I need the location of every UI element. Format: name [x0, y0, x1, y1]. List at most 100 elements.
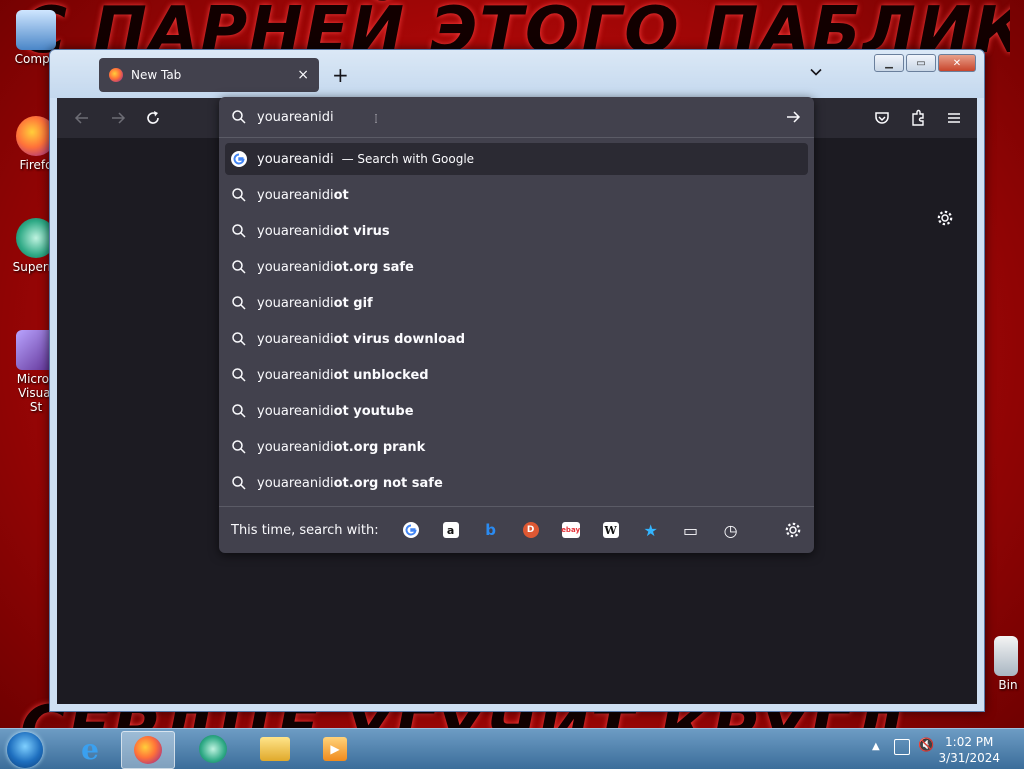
maximize-button[interactable]: ▭ [906, 54, 936, 72]
suggestion-text: youareanidiot youtube [257, 404, 414, 419]
go-arrow-icon[interactable] [784, 108, 802, 126]
suggestion-completion: ot gif [333, 295, 373, 311]
tabs-button[interactable]: ▭ [671, 514, 711, 546]
suggestion-text: youareanidiot.org not safe [257, 476, 443, 491]
suggestion-row[interactable]: youareanidiot virus [225, 213, 808, 249]
desktop-icon-label: Firefo [19, 158, 53, 172]
engine-wikipedia-button[interactable]: W [591, 514, 631, 546]
taskbar-media-player[interactable]: ▶ [309, 731, 361, 767]
search-icon [231, 439, 247, 455]
folder-icon [260, 737, 290, 761]
google-icon [231, 151, 247, 167]
suggestion-text: youareanidiot virus [257, 224, 390, 239]
engine-ebay-button[interactable]: ebay [551, 514, 591, 546]
taskbar-explorer[interactable] [249, 731, 301, 767]
taskbar-supermium[interactable] [187, 731, 239, 767]
forward-arrow-icon[interactable] [109, 109, 127, 127]
show-hidden-icons-icon[interactable]: ▲ [872, 741, 880, 752]
clock[interactable]: 1:02 PM 3/31/2024 [938, 734, 1000, 766]
url-input[interactable]: youareanidi [257, 110, 334, 125]
minimize-button[interactable]: ▁ [874, 54, 904, 72]
history-icon: ◷ [723, 520, 738, 540]
suggestion-completion: ot unblocked [333, 367, 429, 383]
engine-amazon-button[interactable]: a [431, 514, 471, 546]
media-player-icon: ▶ [323, 737, 347, 761]
bing-icon: b [485, 521, 496, 539]
suggestion-row[interactable]: youareanidiot unblocked [225, 357, 808, 393]
suggestion-row[interactable]: youareanidiot [225, 177, 808, 213]
suggestion-row[interactable]: youareanidiot.org prank [225, 429, 808, 465]
text-cursor-icon [375, 114, 377, 123]
search-settings-gear-icon[interactable] [784, 521, 802, 539]
network-icon[interactable] [894, 739, 910, 755]
chevron-down-icon[interactable] [810, 66, 822, 78]
wikipedia-icon: W [602, 522, 619, 538]
heuristic-result[interactable]: youareanidi — Search with Google [225, 143, 808, 175]
suggestion-completion: ot.org prank [333, 439, 426, 455]
internet-explorer-icon: e [81, 732, 99, 766]
suggestion-text: youareanidiot.org prank [257, 440, 425, 455]
bookmarks-icon: ★ [643, 520, 658, 540]
tab-close-icon[interactable]: × [297, 67, 309, 83]
engine-google-button[interactable] [391, 514, 431, 546]
suggestion-text: youareanidiot.org safe [257, 260, 414, 275]
bookmarks-button[interactable]: ★ [631, 514, 671, 546]
suggestion-text: youareanidiot unblocked [257, 368, 429, 383]
search-icon [231, 223, 247, 239]
suggestion-row[interactable]: youareanidiot.org not safe [225, 465, 808, 501]
reload-icon[interactable] [144, 109, 162, 127]
ebay-icon: ebay [561, 522, 580, 538]
suggestion-typed: youareanidi [257, 439, 334, 455]
amazon-icon: a [442, 522, 459, 538]
start-button[interactable] [7, 732, 43, 768]
search-icon [231, 475, 247, 491]
computer-icon [16, 10, 56, 50]
volume-muted-icon[interactable]: 🔇 [918, 738, 934, 753]
back-arrow-icon[interactable] [73, 109, 91, 127]
engine-bing-button[interactable]: b [471, 514, 511, 546]
suggestion-row[interactable]: youareanidiot gif [225, 285, 808, 321]
suggestion-completion: ot.org not safe [333, 475, 443, 491]
taskbar: e ▶ ▲ 🔇 1:02 PM 3/31/2024 [0, 728, 1024, 769]
suggestion-typed: youareanidi [257, 259, 334, 275]
new-tab-button[interactable]: + [332, 63, 349, 87]
tabs-icon: ▭ [683, 520, 699, 540]
suggestion-row[interactable]: youareanidiot virus download [225, 321, 808, 357]
search-icon [231, 259, 247, 275]
taskbar-firefox[interactable] [121, 731, 175, 769]
engine-duckduckgo-button[interactable]: D [511, 514, 551, 546]
suggestion-text: youareanidiot virus download [257, 332, 465, 347]
google-icon [402, 522, 419, 538]
suggestion-row[interactable]: youareanidiot youtube [225, 393, 808, 429]
suggestion-completion: ot.org safe [333, 259, 414, 275]
recycle-bin-icon [994, 636, 1018, 676]
suggestion-typed: youareanidi [257, 295, 334, 311]
system-tray: ▲ 🔇 1:02 PM 3/31/2024 [864, 729, 1024, 769]
pocket-icon[interactable] [873, 109, 891, 127]
close-window-button[interactable]: ✕ [938, 54, 976, 72]
firefox-icon [134, 736, 162, 764]
one-off-search-bar: This time, search with: a b D ebay W ★ ▭ [219, 506, 814, 553]
suggestion-row[interactable]: youareanidiot.org safe [225, 249, 808, 285]
tab-new-tab[interactable]: New Tab × [99, 58, 319, 92]
suggestion-completion: ot [333, 187, 349, 203]
extensions-icon[interactable] [909, 109, 927, 127]
search-icon [231, 367, 247, 383]
duckduckgo-icon: D [522, 522, 539, 538]
gear-icon[interactable] [936, 209, 954, 227]
one-off-label: This time, search with: [231, 522, 379, 538]
suggestion-typed: youareanidi [257, 475, 334, 491]
suggestion-typed: youareanidi [257, 367, 334, 383]
search-icon [231, 403, 247, 419]
title-bar: New Tab × + ▁ ▭ ✕ [50, 50, 984, 98]
suggestion-text: youareanidiot gif [257, 296, 373, 311]
hamburger-menu-icon[interactable] [945, 109, 963, 127]
tab-title: New Tab [131, 68, 182, 82]
heuristic-action: — Search with Google [341, 152, 475, 166]
window-controls: ▁ ▭ ✕ [874, 54, 976, 72]
suggestion-list: youareanidi — Search with Google youarea… [225, 143, 808, 501]
url-input-row[interactable]: youareanidi [219, 97, 814, 138]
taskbar-internet-explorer[interactable]: e [64, 731, 116, 767]
history-button[interactable]: ◷ [711, 514, 751, 546]
firefox-favicon-icon [109, 68, 123, 82]
